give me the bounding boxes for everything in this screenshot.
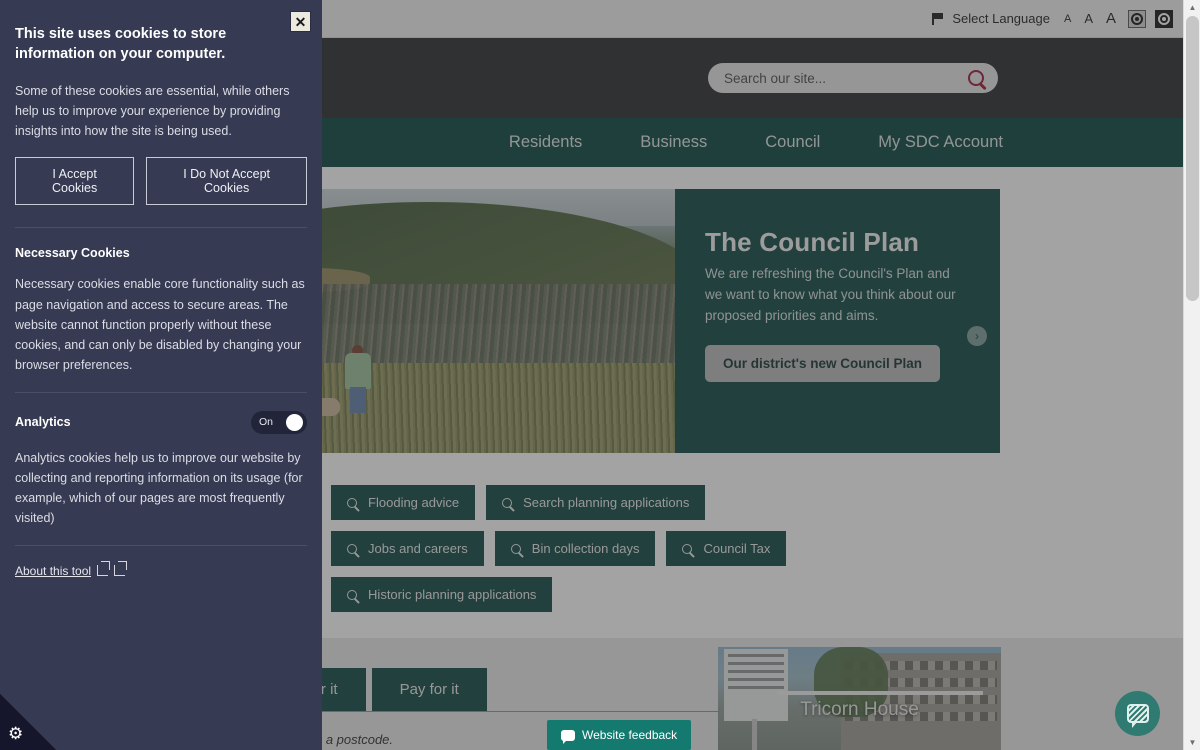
divider xyxy=(15,391,307,393)
cookie-consent-panel: ✕ This site uses cookies to store inform… xyxy=(0,0,322,750)
website-feedback-label: Website feedback xyxy=(582,728,678,742)
scroll-down-arrow-icon[interactable]: ▼ xyxy=(1184,735,1200,750)
gear-icon: ⚙ xyxy=(8,724,24,743)
website-feedback-button[interactable]: Website feedback xyxy=(547,720,692,750)
decline-cookies-button[interactable]: I Do Not Accept Cookies xyxy=(146,157,307,206)
analytics-toggle[interactable]: On xyxy=(251,410,307,434)
about-this-tool-link[interactable]: About this tool xyxy=(15,564,91,578)
analytics-toggle-label: On xyxy=(259,416,274,429)
toggle-knob xyxy=(286,413,303,431)
cookie-panel-intro: Some of these cookies are essential, whi… xyxy=(15,83,290,139)
external-link-icon xyxy=(97,561,111,577)
close-icon[interactable]: ✕ xyxy=(290,11,311,32)
scrollbar-thumb[interactable] xyxy=(1186,16,1199,301)
divider xyxy=(15,544,307,546)
cookie-panel-heading: This site uses cookies to store informat… xyxy=(15,26,227,63)
accept-cookies-button[interactable]: I Accept Cookies xyxy=(15,157,135,206)
accessibility-chat-icon xyxy=(1126,704,1149,728)
necessary-cookies-title: Necessary Cookies xyxy=(15,246,130,261)
divider xyxy=(15,227,307,229)
about-this-tool-row: About this tool xyxy=(15,561,307,578)
analytics-cookies-text: Analytics cookies help us to improve our… xyxy=(15,450,303,526)
necessary-cookies-text: Necessary cookies enable core functional… xyxy=(15,277,305,373)
scroll-up-arrow-icon[interactable]: ▲ xyxy=(1184,0,1200,15)
analytics-cookies-title: Analytics xyxy=(15,415,71,430)
page-scrollbar[interactable]: ▲ ▼ xyxy=(1183,0,1200,750)
analytics-cookies-header: Analytics On xyxy=(15,410,307,434)
cookie-settings-gear-button[interactable]: ⚙ xyxy=(0,694,56,750)
cookie-action-buttons: I Accept Cookies I Do Not Accept Cookies xyxy=(15,157,307,206)
external-link-icon xyxy=(114,561,128,577)
chat-bubble-icon xyxy=(561,729,575,744)
accessibility-widget-button[interactable] xyxy=(1115,691,1160,736)
